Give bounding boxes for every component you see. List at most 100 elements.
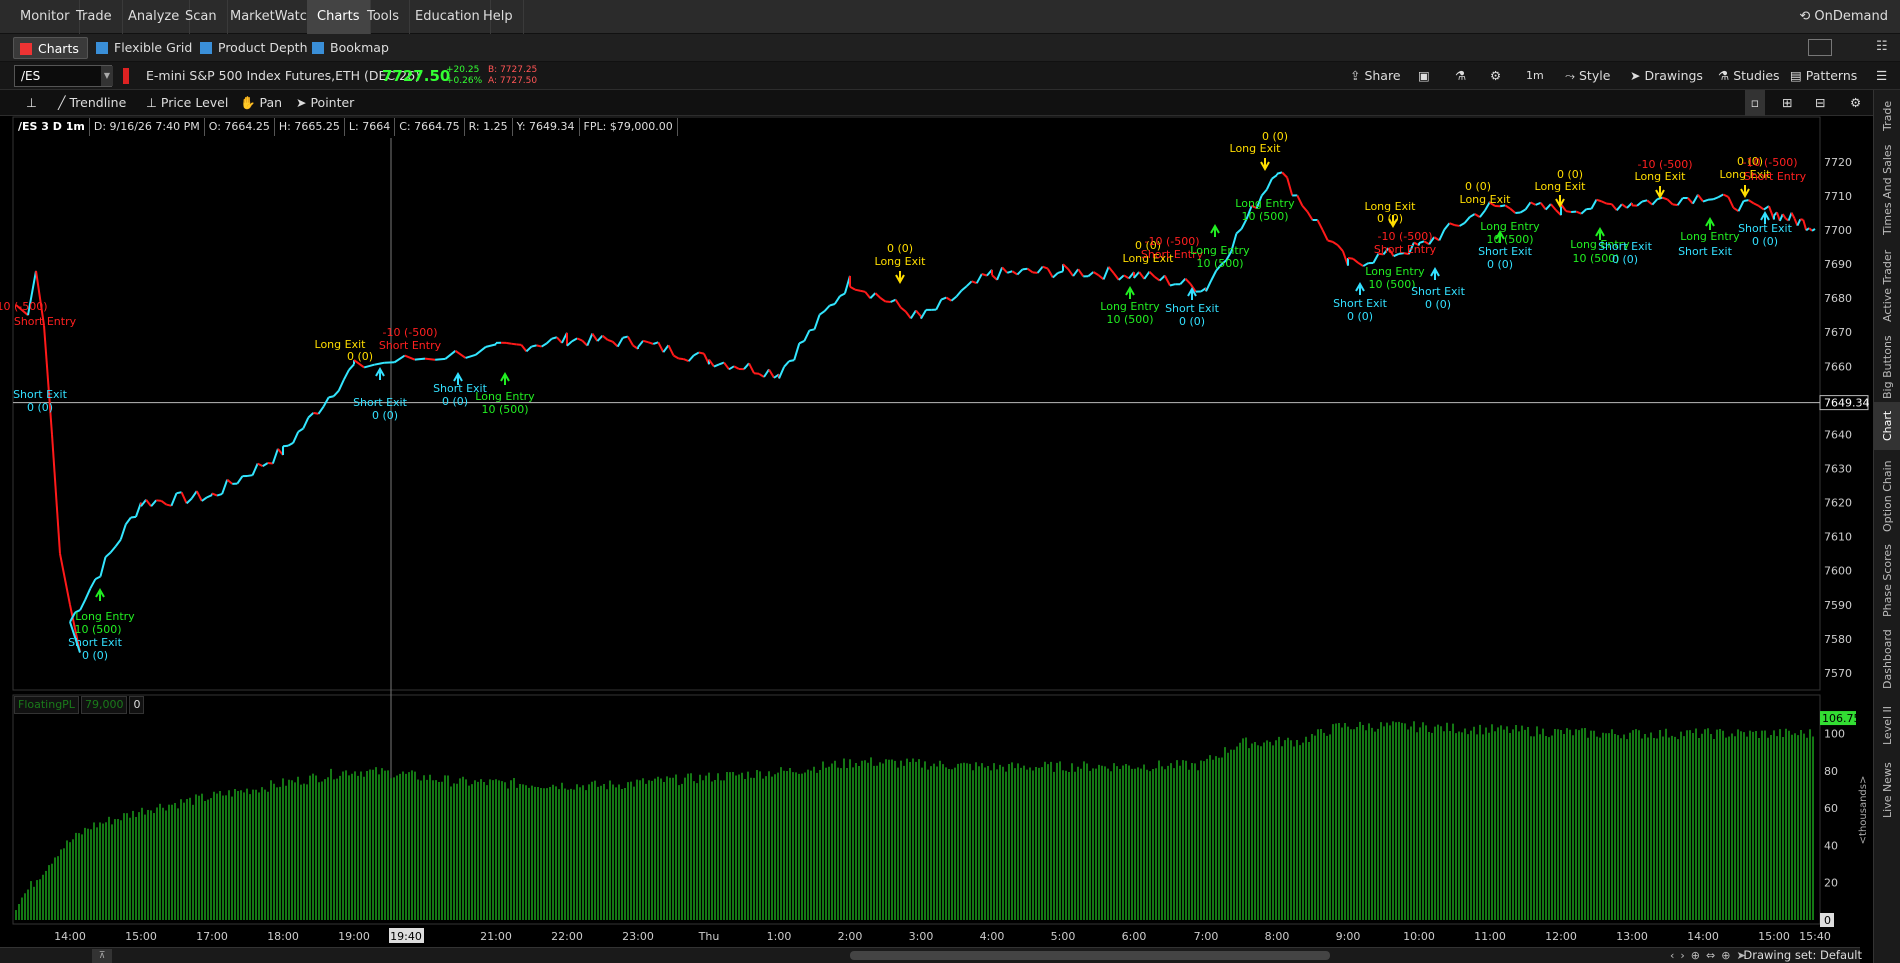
price-axis-tick: 7640 [1824,428,1852,441]
bar-date: D: 9/16/26 7:40 PM [90,118,205,136]
time-axis-tick: 19:00 [338,930,370,943]
price-segment [1276,171,1283,175]
bar-open: O: 7664.25 [205,118,275,136]
trade-label-long-exit: Long Exit [1230,142,1282,155]
drawing-set-label[interactable]: Drawing set: Default [1743,947,1862,963]
study-axis-tick: 40 [1824,839,1838,852]
trade-label-long-entry: Long Entry [475,390,535,403]
price-segment [678,357,684,361]
price-segment [536,344,542,348]
trade-label-long-entry: 10 (500) [1196,257,1243,270]
price-segment [247,474,253,477]
price-segment [698,351,705,355]
price-segment [1032,271,1038,274]
price-segment [859,289,866,293]
trade-label-short-exit: Short Exit [68,636,123,649]
price-axis-tick: 7660 [1824,360,1852,373]
trade-label-short-entry: Short Entry [1744,170,1807,183]
study-axis-tick: 80 [1824,765,1838,778]
time-axis-tick: 9:00 [1336,930,1361,943]
price-axis-tick: 7630 [1824,463,1852,476]
chart-scrollbar[interactable]: ⊼ ‹›⊕⇔⊕➤ [0,947,1860,963]
zoom-controls[interactable]: ‹›⊕⇔⊕➤ [1670,948,1752,963]
time-axis-tick: 3:00 [909,930,934,943]
trade-label-long-exit: 0 (0) [1262,130,1288,143]
price-segment [788,359,795,363]
time-axis-tick: 5:00 [1051,930,1076,943]
trade-label-short-exit: 0 (0) [1752,235,1778,248]
study-axis-tick: 100 [1824,728,1845,741]
price-axis-tick: 7690 [1824,258,1852,271]
crosshair-price-label: 7649.34 [1824,397,1870,410]
price-segment [435,357,446,361]
trade-label-short-exit: 0 (0) [1487,258,1513,271]
price-axis-tick: 7670 [1824,326,1852,339]
trade-label-short-entry: -10 (-500) [382,326,437,339]
price-axis-tick: 7570 [1824,667,1852,680]
trade-label-long-entry: Long Entry [1480,220,1540,233]
trade-label-short-entry: -10 (-500) [1742,156,1797,169]
price-segment [809,328,815,332]
trade-label-short-exit: 0 (0) [1347,310,1373,323]
trade-label-long-exit: 0 (0) [1557,168,1583,181]
chart-canvas[interactable]: 7720771077007690768076707660765076407630… [0,0,1900,963]
trade-label-short-exit: Short Exit [1478,245,1533,258]
scroll-thumb[interactable] [850,951,1330,960]
price-segment [1743,199,1749,202]
price-segment [313,411,319,415]
floating-pl-value: FPL: $79,000.00 [580,118,678,136]
time-axis-tick: 13:00 [1616,930,1648,943]
trade-label-short-entry: -10 (-500) [1637,158,1692,171]
time-axis-tick: 14:00 [1687,930,1719,943]
time-axis-tick: 2:00 [838,930,863,943]
chart-info-bar: /ES 3 D 1m D: 9/16/26 7:40 PM O: 7664.25 H:… [14,118,678,136]
time-axis-tick: 12:00 [1545,930,1577,943]
price-axis-tick: 7700 [1824,224,1852,237]
price-segment [551,336,558,340]
scroll-home-icon[interactable]: ⊼ [92,949,112,963]
trade-label-short-entry: Short Entry [1374,243,1437,256]
trade-label-long-exit: 0 (0) [887,242,913,255]
crosshair-time-label: 19:40 [390,930,422,943]
price-segment [1327,239,1334,243]
price-segment [424,357,436,361]
price-panel[interactable] [12,116,1821,691]
time-axis-tick: 15:00 [125,930,157,943]
price-axis-tick: 7600 [1824,565,1852,578]
trade-label-short-exit: 0 (0) [82,649,108,662]
time-axis-tick: 15:40 [1799,930,1831,943]
price-segment [414,357,426,361]
trade-label-short-exit: Short Exit [1598,240,1653,253]
study-name[interactable]: FloatingPL [14,696,79,714]
price-axis-tick: 7590 [1824,599,1852,612]
study-current-label: 106.75 [1822,712,1861,725]
study-zero-label: 0 [1824,914,1831,927]
price-axis-tick: 7710 [1824,190,1852,203]
trade-label-long-exit: Long Exit [1635,170,1687,183]
trade-label-long-entry: Long Entry [75,610,135,623]
trade-label-long-exit: Long Exit [1535,180,1587,193]
trade-label-long-entry: Long Entry [1680,230,1740,243]
time-axis-tick: 23:00 [622,930,654,943]
bar-high: H: 7665.25 [275,118,345,136]
price-segment [130,515,137,519]
price-segment [1800,218,1804,221]
price-segment [505,341,512,345]
trade-label-short-exit: 0 (0) [372,409,398,422]
time-axis-tick: 14:00 [54,930,86,943]
trade-label-short-entry: Short Entry [14,315,77,328]
bar-range: R: 1.25 [465,118,513,136]
cursor-y-value: Y: 7649.34 [513,118,580,136]
study-axis-tick: 20 [1824,877,1838,890]
trade-label-long-exit: 0 (0) [347,350,373,363]
price-segment [753,372,760,375]
trade-label-long-entry: Long Entry [1235,197,1295,210]
trade-label-short-exit: Short Exit [1333,297,1388,310]
price-segment [1672,203,1678,207]
trade-label-short-exit: 0 (0) [27,401,53,414]
trade-label-short-exit: Short Exit [13,388,68,401]
trade-label-long-entry: Long Entry [1100,300,1160,313]
trade-label-long-entry: 10 (500) [1486,233,1533,246]
time-axis-tick: 15:00 [1758,930,1790,943]
bar-close: C: 7664.75 [395,118,465,136]
